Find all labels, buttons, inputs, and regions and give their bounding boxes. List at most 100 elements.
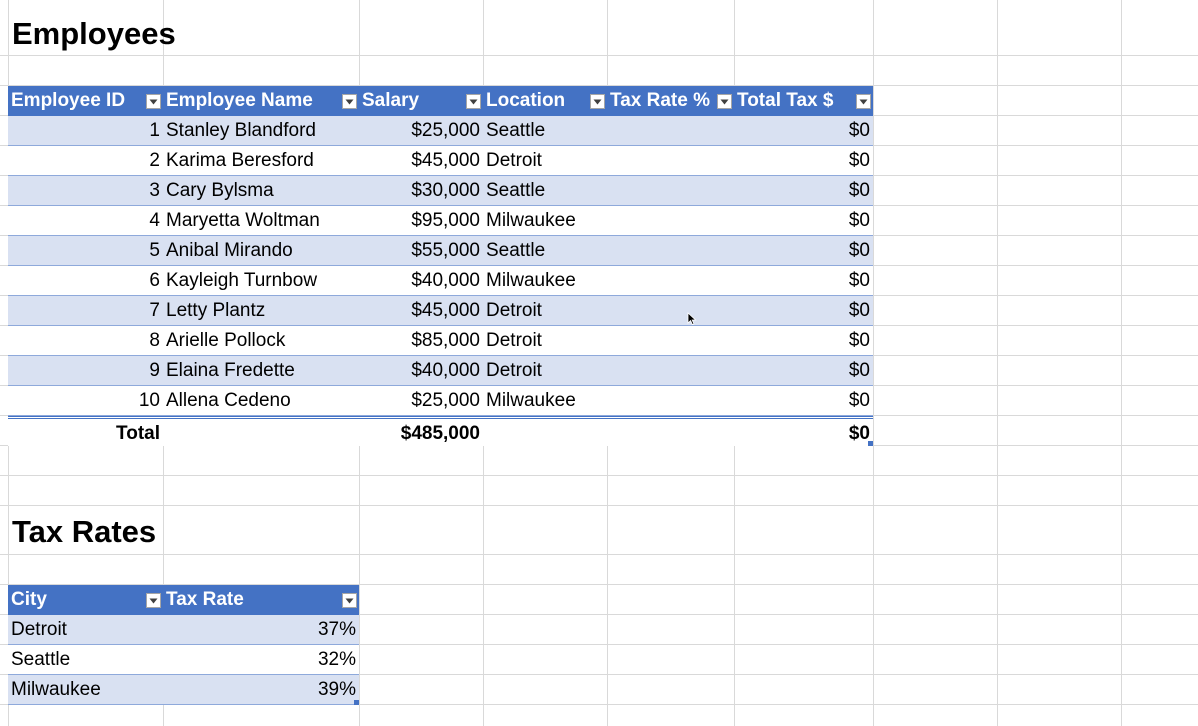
table-cell[interactable]: $25,000	[359, 116, 483, 146]
table-cell[interactable]	[607, 386, 734, 416]
column-header-label: Tax Rate	[166, 589, 244, 610]
table-cell[interactable]: 2	[8, 146, 163, 176]
total-cell[interactable]	[163, 416, 359, 446]
table-cell[interactable]: 10	[8, 386, 163, 416]
filter-dropdown-icon[interactable]	[717, 94, 732, 109]
table-resize-handle[interactable]	[868, 441, 873, 446]
table-cell[interactable]: Detroit	[483, 356, 607, 386]
table-cell[interactable]: $45,000	[359, 146, 483, 176]
table-cell[interactable]: $0	[734, 236, 873, 266]
table-cell[interactable]: Seattle	[483, 176, 607, 206]
table-cell[interactable]: 8	[8, 326, 163, 356]
table-cell[interactable]: 5	[8, 236, 163, 266]
table-cell[interactable]: $0	[734, 116, 873, 146]
total-cell[interactable]	[483, 416, 607, 446]
column-header-label: Employee Name	[166, 90, 313, 111]
table-cell[interactable]: Seattle	[483, 116, 607, 146]
table-cell[interactable]: $0	[734, 326, 873, 356]
filter-dropdown-icon[interactable]	[466, 94, 481, 109]
table-cell[interactable]: 6	[8, 266, 163, 296]
table-cell[interactable]: 9	[8, 356, 163, 386]
table-cell[interactable]	[607, 236, 734, 266]
column-header-label: Location	[486, 90, 566, 111]
column-header[interactable]: Employee ID	[8, 86, 163, 116]
table-cell[interactable]: $0	[734, 266, 873, 296]
filter-dropdown-icon[interactable]	[856, 94, 871, 109]
column-header[interactable]: Tax Rate %	[607, 86, 734, 116]
table-cell[interactable]: $30,000	[359, 176, 483, 206]
table-row: 9 Elaina Fredette $40,000 Detroit $0	[8, 356, 873, 386]
table-cell[interactable]: $0	[734, 206, 873, 236]
table-cell[interactable]: Detroit	[483, 326, 607, 356]
column-header[interactable]: Location	[483, 86, 607, 116]
column-header[interactable]: Salary	[359, 86, 483, 116]
table-cell[interactable]: $0	[734, 296, 873, 326]
total-cell[interactable]	[607, 416, 734, 446]
table-cell[interactable]	[607, 176, 734, 206]
filter-dropdown-icon[interactable]	[342, 94, 357, 109]
table-cell[interactable]: $85,000	[359, 326, 483, 356]
table-row: Seattle 32%	[8, 645, 359, 675]
table-cell[interactable]	[607, 146, 734, 176]
total-cell[interactable]: $0	[734, 416, 873, 446]
table-cell[interactable]: 37%	[163, 615, 359, 645]
filter-dropdown-icon[interactable]	[146, 593, 161, 608]
table-cell[interactable]: 1	[8, 116, 163, 146]
table-cell[interactable]: $40,000	[359, 266, 483, 296]
table-row: 1 Stanley Blandford $25,000 Seattle $0	[8, 116, 873, 146]
filter-dropdown-icon[interactable]	[146, 94, 161, 109]
table-cell[interactable]: $95,000	[359, 206, 483, 236]
table-cell[interactable]: Milwaukee	[483, 386, 607, 416]
table-cell[interactable]: Detroit	[483, 146, 607, 176]
table-cell[interactable]	[607, 296, 734, 326]
table-cell[interactable]: Letty Plantz	[163, 296, 359, 326]
table-cell[interactable]: Anibal Mirando	[163, 236, 359, 266]
table-cell[interactable]: $25,000	[359, 386, 483, 416]
table-cell[interactable]: $0	[734, 356, 873, 386]
table-cell[interactable]: Detroit	[483, 296, 607, 326]
table-row: 10 Allena Cedeno $25,000 Milwaukee $0	[8, 386, 873, 416]
table-cell[interactable]: Milwaukee	[483, 206, 607, 236]
table-cell[interactable]: Seattle	[8, 645, 163, 675]
table-cell[interactable]: Cary Bylsma	[163, 176, 359, 206]
total-cell[interactable]: $485,000	[359, 416, 483, 446]
column-header-label: City	[11, 589, 47, 610]
table-cell[interactable]: $55,000	[359, 236, 483, 266]
table-cell[interactable]: Milwaukee	[483, 266, 607, 296]
table-cell[interactable]: $45,000	[359, 296, 483, 326]
filter-dropdown-icon[interactable]	[590, 94, 605, 109]
table-cell[interactable]: $40,000	[359, 356, 483, 386]
table-cell[interactable]: 3	[8, 176, 163, 206]
filter-dropdown-icon[interactable]	[342, 593, 357, 608]
table-cell[interactable]	[607, 356, 734, 386]
table-cell[interactable]: $0	[734, 176, 873, 206]
table-cell[interactable]: Karima Beresford	[163, 146, 359, 176]
table-cell[interactable]: 4	[8, 206, 163, 236]
column-header[interactable]: City	[8, 585, 163, 615]
table-cell[interactable]	[607, 206, 734, 236]
table-cell[interactable]: Detroit	[8, 615, 163, 645]
table-cell[interactable]	[607, 116, 734, 146]
table-resize-handle[interactable]	[354, 700, 359, 705]
table-cell[interactable]: Arielle Pollock	[163, 326, 359, 356]
column-header[interactable]: Employee Name	[163, 86, 359, 116]
employees-title[interactable]: Employees	[12, 16, 176, 52]
column-header[interactable]: Total Tax $	[734, 86, 873, 116]
table-cell[interactable]: Allena Cedeno	[163, 386, 359, 416]
table-cell[interactable]: 39%	[163, 675, 359, 705]
table-cell[interactable]	[607, 266, 734, 296]
total-cell[interactable]: Total	[8, 416, 163, 446]
table-cell[interactable]	[607, 326, 734, 356]
table-cell[interactable]: 7	[8, 296, 163, 326]
table-cell[interactable]: Stanley Blandford	[163, 116, 359, 146]
table-cell[interactable]: 32%	[163, 645, 359, 675]
table-cell[interactable]: $0	[734, 146, 873, 176]
table-cell[interactable]: Seattle	[483, 236, 607, 266]
tax-rates-title[interactable]: Tax Rates	[12, 514, 156, 550]
table-cell[interactable]: Elaina Fredette	[163, 356, 359, 386]
table-cell[interactable]: Milwaukee	[8, 675, 163, 705]
column-header[interactable]: Tax Rate	[163, 585, 359, 615]
table-cell[interactable]: $0	[734, 386, 873, 416]
table-cell[interactable]: Kayleigh Turnbow	[163, 266, 359, 296]
table-cell[interactable]: Maryetta Woltman	[163, 206, 359, 236]
